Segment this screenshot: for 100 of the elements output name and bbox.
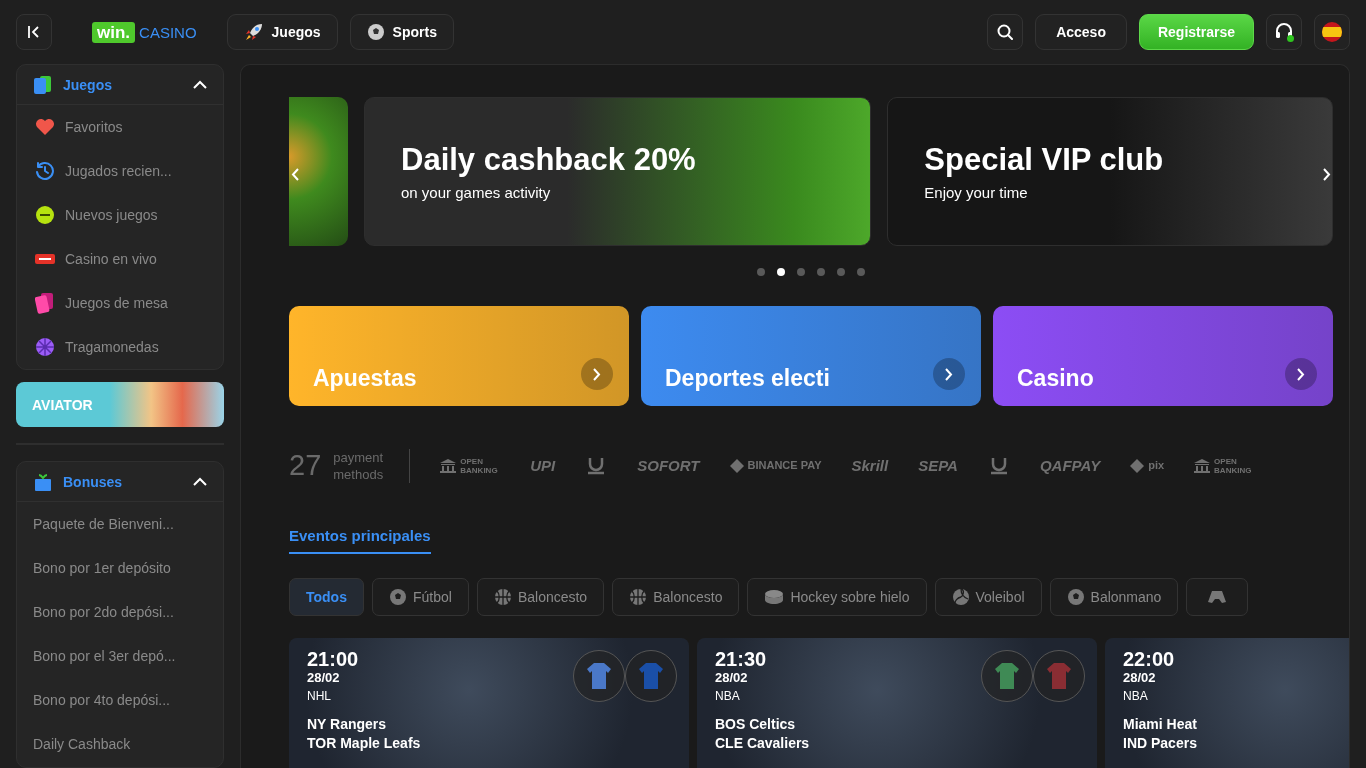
payment-logo: SEPA bbox=[918, 461, 958, 470]
payment-logo: UPI bbox=[530, 461, 556, 470]
match-date: 28/02 bbox=[715, 670, 748, 685]
nav-button[interactable]: Juegos bbox=[226, 14, 338, 50]
carousel-dot[interactable] bbox=[777, 268, 785, 276]
support-button[interactable] bbox=[1266, 14, 1302, 50]
login-button[interactable]: Acceso bbox=[1035, 14, 1127, 50]
banner-title: Daily cashback 20% bbox=[401, 142, 697, 178]
next-button[interactable] bbox=[933, 358, 965, 390]
collapse-icon bbox=[27, 25, 41, 39]
carousel-dot[interactable] bbox=[857, 268, 865, 276]
basketball-icon bbox=[493, 588, 512, 606]
match-date: 28/02 bbox=[307, 670, 340, 685]
chevron-right-icon bbox=[593, 367, 601, 381]
cards-icon bbox=[33, 74, 53, 95]
flag-icon bbox=[1322, 22, 1342, 42]
banner-subtitle: on your games activity bbox=[401, 184, 552, 201]
sport-filter-tab[interactable]: Baloncesto bbox=[476, 578, 605, 616]
team-name: CLE Cavaliers bbox=[715, 734, 810, 753]
sidebar-item[interactable]: Nuevos juegos bbox=[17, 193, 223, 237]
sidebar-item[interactable]: Jugados recien... bbox=[17, 149, 223, 193]
carousel-dot[interactable] bbox=[817, 268, 825, 276]
sidebar-item[interactable]: Bono por 2do depósi... bbox=[17, 590, 223, 634]
banner-subtitle: Enjoy your time bbox=[924, 184, 1029, 201]
promo-banner[interactable]: Special VIP club Enjoy your time bbox=[887, 97, 1333, 246]
payment-logo: BINANCE PAY bbox=[729, 458, 822, 473]
soccer-ball-icon bbox=[366, 23, 385, 41]
soccer-ball-icon bbox=[1066, 588, 1085, 606]
chevron-right-icon bbox=[1297, 367, 1305, 381]
chevron-up-icon bbox=[193, 477, 207, 486]
payment-logo: OPEN BANKING bbox=[1194, 456, 1255, 475]
chevron-right-icon bbox=[1323, 168, 1331, 181]
team-name: Miami Heat bbox=[1123, 715, 1197, 734]
heart-icon bbox=[35, 118, 55, 136]
sport-filter-tab[interactable]: Todos bbox=[289, 578, 364, 616]
rocket-icon bbox=[243, 22, 264, 42]
games-menu-header[interactable]: Juegos bbox=[17, 65, 223, 105]
category-title: Apuestas bbox=[313, 365, 417, 392]
match-card[interactable]: 21:00 28/02 NHL NY Rangers TOR Maple Leafs bbox=[289, 638, 689, 768]
chevron-right-icon bbox=[945, 367, 953, 381]
sidebar-item[interactable]: Bono por 1er depósito bbox=[17, 546, 223, 590]
carousel-dot[interactable] bbox=[837, 268, 845, 276]
match-time: 21:30 bbox=[715, 648, 767, 670]
chevron-left-icon bbox=[291, 168, 299, 181]
collapse-sidebar-button[interactable] bbox=[16, 14, 52, 50]
nav-button[interactable]: Sports bbox=[349, 14, 454, 50]
payment-logo: OPEN BANKING bbox=[440, 456, 501, 475]
section-tab[interactable]: Eventos principales bbox=[289, 527, 431, 554]
sidebar-item[interactable]: Daily Cashback bbox=[17, 722, 223, 766]
sidebar-item[interactable]: Paquete de Bienveni... bbox=[17, 502, 223, 546]
wheel-icon bbox=[35, 337, 55, 357]
payment-logo: Skrill bbox=[851, 461, 889, 470]
match-date: 28/02 bbox=[1123, 670, 1156, 685]
category-card[interactable]: Casino bbox=[993, 306, 1333, 406]
next-button[interactable] bbox=[1285, 358, 1317, 390]
sidebar-item[interactable]: Bono por el 3er depó... bbox=[17, 634, 223, 678]
match-league: NBA bbox=[1123, 689, 1148, 703]
chevron-up-icon bbox=[193, 80, 207, 89]
logo-mark: win. bbox=[92, 21, 136, 43]
match-card[interactable]: 22:00 28/02 NBA Miami Heat IND Pacers bbox=[1105, 638, 1349, 768]
gift-icon bbox=[33, 471, 53, 492]
category-title: Casino bbox=[1017, 365, 1094, 392]
match-league: NHL bbox=[307, 689, 331, 703]
category-title: Deportes electi bbox=[665, 365, 830, 392]
carousel-dot[interactable] bbox=[797, 268, 805, 276]
search-icon bbox=[997, 24, 1014, 40]
sidebar-item[interactable]: Favoritos bbox=[17, 105, 223, 149]
sport-filter-tab[interactable]: Hockey sobre hielo bbox=[747, 578, 927, 616]
sidebar-item[interactable]: Bono por 4to depósi... bbox=[17, 678, 223, 722]
payment-count: 27 bbox=[289, 449, 322, 482]
payment-logo: SOFORT bbox=[637, 461, 700, 470]
search-button[interactable] bbox=[987, 14, 1024, 50]
soccer-ball-icon bbox=[388, 588, 407, 606]
match-card[interactable]: 21:30 28/02 NBA BOS Celtics CLE Cavaliers bbox=[697, 638, 1097, 768]
payment-label: payment methods bbox=[333, 448, 385, 483]
match-time: 22:00 bbox=[1123, 648, 1175, 670]
sidebar-item[interactable]: Casino en vivo bbox=[17, 237, 223, 281]
sport-filter-tab[interactable]: Voleibol bbox=[934, 578, 1042, 616]
bonuses-menu-header[interactable]: Bonuses bbox=[17, 462, 223, 502]
hockey-puck-icon bbox=[764, 589, 785, 605]
sport-filter-tab[interactable]: Baloncesto bbox=[612, 578, 740, 616]
sport-filter-tab[interactable]: Fútbol bbox=[371, 578, 469, 616]
payment-logo: pix bbox=[1130, 458, 1165, 473]
team-name: IND Pacers bbox=[1123, 734, 1197, 753]
sport-filter-tab[interactable]: Balonmano bbox=[1049, 578, 1179, 616]
cards-icon bbox=[35, 292, 55, 314]
basketball-icon bbox=[629, 588, 648, 606]
sport-filter-tab[interactable] bbox=[1186, 578, 1249, 616]
category-card[interactable]: Deportes electi bbox=[641, 306, 981, 406]
team-name: NY Rangers bbox=[307, 715, 387, 734]
carousel-dot[interactable] bbox=[757, 268, 765, 276]
sidebar-item[interactable]: Juegos de mesa bbox=[17, 281, 223, 325]
logo-text: CASINO bbox=[139, 23, 197, 41]
team-name: TOR Maple Leafs bbox=[307, 734, 421, 753]
match-time: 21:00 bbox=[307, 648, 359, 670]
language-button[interactable] bbox=[1314, 14, 1350, 50]
sidebar-item[interactable]: Tragamonedas bbox=[17, 325, 223, 369]
promo-banner[interactable]: Daily cashback 20% on your games activity bbox=[364, 97, 872, 246]
team-name: BOS Celtics bbox=[715, 715, 796, 734]
banner-title: Special VIP club bbox=[924, 142, 1165, 178]
